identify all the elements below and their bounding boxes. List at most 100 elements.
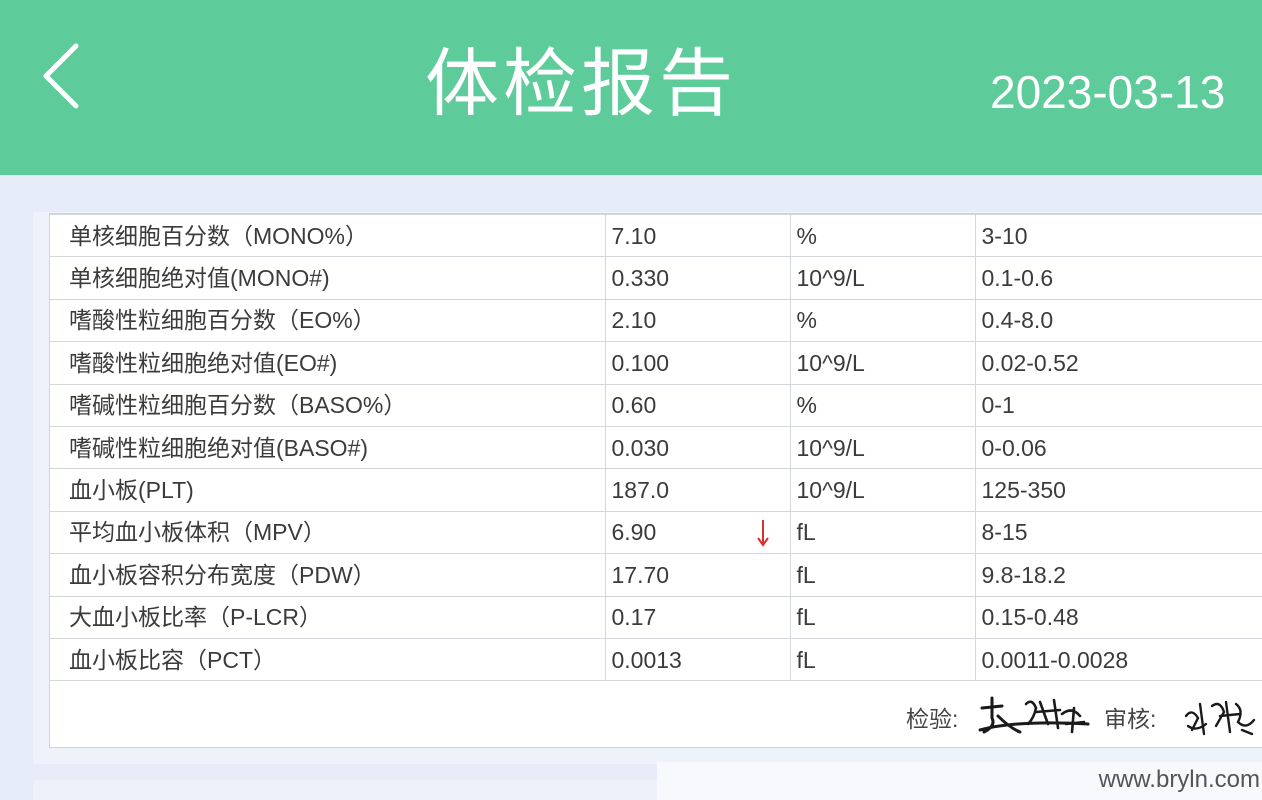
unit-cell: %: [789, 213, 976, 258]
inspector-label: 检验:: [906, 706, 959, 732]
table-row: 平均血小板体积（MPV） 6.90 fL 8-15: [50, 510, 1262, 555]
signature-row: 检验: 审核:: [50, 682, 1262, 748]
reference-range-cell: 8-15: [974, 510, 1262, 555]
reference-range-text: 0-1: [981, 392, 1015, 419]
reference-range-text: 0.02-0.52: [981, 349, 1079, 376]
result-text: 2.10: [611, 307, 657, 334]
item-name-text: 嗜碱性粒细胞百分数（BASO%）: [69, 392, 407, 419]
reference-range-cell: 0-1: [974, 383, 1262, 427]
reference-range-text: 9.8-18.2: [981, 561, 1066, 588]
item-name-text: 单核细胞百分数（MONO%）: [69, 222, 368, 249]
report-date: 2023-03-13: [990, 66, 1226, 118]
watermark: www.bryln.com: [1098, 766, 1260, 793]
result-cell: 7.10: [604, 213, 791, 258]
reference-range-cell: 125-350: [974, 468, 1262, 512]
item-name-cell: 单核细胞百分数（MONO%）: [50, 213, 606, 258]
result-text: 0.0013: [611, 646, 682, 673]
result-text: 0.60: [611, 392, 657, 419]
item-name-cell: 嗜酸性粒细胞百分数（EO%）: [50, 298, 606, 343]
unit-cell: fL: [789, 553, 976, 597]
table-row: 大血小板比率（P-LCR） 0.17 fL 0.15-0.48: [50, 595, 1262, 639]
unit-text: 10^9/L: [796, 477, 865, 504]
reference-range-text: 0.4-8.0: [981, 307, 1054, 334]
item-name-text: 嗜酸性粒细胞绝对值(EO#): [69, 349, 338, 376]
reference-range-cell: 0-0.06: [974, 425, 1262, 470]
unit-text: %: [796, 392, 817, 419]
item-name-cell: 血小板容积分布宽度（PDW）: [50, 553, 606, 597]
result-text: 187.0: [611, 477, 670, 504]
unit-cell: fL: [789, 637, 976, 682]
results-table: 单核细胞百分数（MONO%） 7.10% 3-10 单核细胞绝对值(MONO#) 0.3…: [50, 213, 1262, 682]
item-name-text: 血小板(PLT): [69, 477, 194, 504]
result-cell: 0.0013: [604, 637, 791, 682]
item-name-cell: 大血小板比率（P-LCR）: [50, 595, 606, 639]
unit-cell: fL: [789, 510, 976, 555]
unit-cell: 10^9/L: [789, 256, 976, 300]
reference-range-cell: 0.1-0.6: [974, 256, 1262, 300]
unit-text: fL: [796, 604, 816, 631]
unit-text: %: [796, 222, 817, 249]
reference-range-cell: 0.4-8.0: [974, 298, 1262, 343]
down-arrow-icon: [756, 518, 770, 548]
result-text: 0.030: [611, 434, 670, 461]
result-cell: 6.90: [604, 510, 791, 555]
unit-text: 10^9/L: [796, 265, 865, 292]
reference-range-text: 0.1-0.6: [981, 265, 1054, 292]
reference-range-cell: 0.02-0.52: [974, 341, 1262, 385]
unit-text: fL: [796, 561, 816, 588]
table-row: 单核细胞绝对值(MONO#) 0.330 10^9/L 0.1-0.6: [50, 256, 1262, 300]
result-text: 0.100: [611, 349, 670, 376]
item-name-cell: 血小板比容（PCT）: [50, 637, 606, 682]
reference-range-text: 8-15: [981, 519, 1028, 546]
unit-text: fL: [796, 519, 816, 546]
item-name-cell: 单核细胞绝对值(MONO#): [50, 256, 606, 300]
result-text: 17.70: [611, 561, 670, 588]
result-cell: 0.17: [604, 595, 791, 639]
unit-cell: %: [789, 298, 976, 343]
item-name-text: 大血小板比率（P-LCR）: [69, 604, 323, 631]
unit-cell: %: [789, 383, 976, 427]
reference-range-text: 3-10: [981, 222, 1028, 249]
table-row: 单核细胞百分数（MONO%） 7.10% 3-10: [50, 213, 1262, 258]
table-row: 嗜碱性粒细胞绝对值(BASO#) 0.030 10^9/L 0-0.06: [50, 425, 1262, 470]
reference-range-cell: 0.15-0.48: [974, 595, 1262, 639]
item-name-text: 单核细胞绝对值(MONO#): [69, 265, 330, 292]
result-cell: 0.030: [604, 425, 791, 470]
table-row: 血小板容积分布宽度（PDW） 17.70 fL 9.8-18.2: [50, 553, 1262, 597]
item-name-text: 嗜碱性粒细胞绝对值(BASO#): [69, 434, 369, 461]
reference-range-text: 0-0.06: [981, 434, 1047, 461]
bottom-strip: [33, 780, 657, 800]
result-cell: 2.10: [604, 298, 791, 343]
table-row: 嗜酸性粒细胞百分数（EO%） 2.10% 0.4-8.0: [50, 298, 1262, 343]
unit-cell: 10^9/L: [789, 425, 976, 470]
reference-range-cell: 9.8-18.2: [974, 553, 1262, 597]
reference-range-text: 0.15-0.48: [981, 604, 1079, 631]
result-text: 6.90: [611, 519, 657, 546]
unit-text: %: [796, 307, 817, 334]
result-text: 0.330: [611, 265, 670, 292]
reference-range-text: 125-350: [981, 477, 1066, 504]
reviewer-label: 审核:: [1104, 706, 1157, 732]
item-name-cell: 嗜酸性粒细胞绝对值(EO#): [50, 341, 606, 385]
item-name-text: 血小板容积分布宽度（PDW）: [69, 561, 376, 588]
table-row: 血小板(PLT) 187.0 10^9/L 125-350: [50, 468, 1262, 512]
unit-text: 10^9/L: [796, 434, 865, 461]
reference-range-text: 0.0011-0.0028: [981, 646, 1129, 673]
unit-cell: 10^9/L: [789, 341, 976, 385]
reference-range-cell: 0.0011-0.0028: [974, 637, 1262, 682]
item-name-cell: 嗜碱性粒细胞百分数（BASO%）: [50, 383, 606, 427]
item-name-text: 血小板比容（PCT）: [69, 646, 276, 673]
result-cell: 0.60: [604, 383, 791, 427]
reviewer-signature: [1184, 700, 1256, 736]
unit-cell: fL: [789, 595, 976, 639]
result-cell: 0.100: [604, 341, 791, 385]
unit-text: fL: [796, 646, 816, 673]
item-name-text: 平均血小板体积（MPV）: [69, 519, 326, 546]
inspector-signature: [978, 696, 1090, 734]
result-text: 0.17: [611, 604, 657, 631]
reference-range-cell: 3-10: [974, 213, 1262, 258]
unit-cell: 10^9/L: [789, 468, 976, 512]
item-name-cell: 血小板(PLT): [50, 468, 606, 512]
item-name-cell: 嗜碱性粒细胞绝对值(BASO#): [50, 425, 606, 470]
page-title: 体检报告: [425, 41, 737, 127]
